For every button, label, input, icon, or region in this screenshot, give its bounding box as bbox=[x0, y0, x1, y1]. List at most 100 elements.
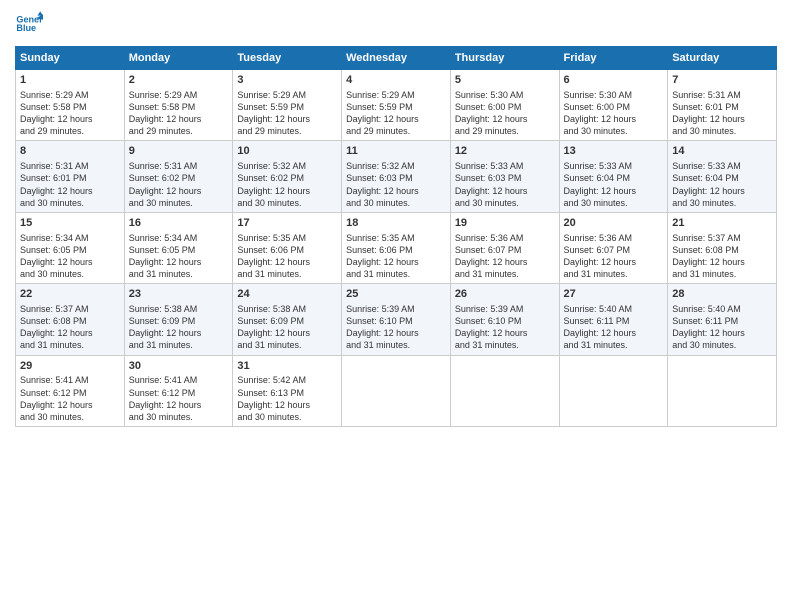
day-info-line: and 31 minutes. bbox=[346, 268, 446, 280]
calendar-cell: 9Sunrise: 5:31 AMSunset: 6:02 PMDaylight… bbox=[124, 141, 233, 212]
svg-text:Blue: Blue bbox=[16, 23, 36, 33]
day-info-line: and 30 minutes. bbox=[129, 197, 229, 209]
calendar-cell bbox=[450, 355, 559, 426]
column-header-thursday: Thursday bbox=[450, 47, 559, 70]
calendar-cell: 7Sunrise: 5:31 AMSunset: 6:01 PMDaylight… bbox=[668, 70, 777, 141]
calendar-cell: 30Sunrise: 5:41 AMSunset: 6:12 PMDayligh… bbox=[124, 355, 233, 426]
calendar-cell: 29Sunrise: 5:41 AMSunset: 6:12 PMDayligh… bbox=[16, 355, 125, 426]
day-number: 4 bbox=[346, 73, 446, 88]
day-info-line: Sunset: 6:00 PM bbox=[564, 101, 664, 113]
calendar-cell: 17Sunrise: 5:35 AMSunset: 6:06 PMDayligh… bbox=[233, 212, 342, 283]
day-info-line: Sunrise: 5:29 AM bbox=[129, 89, 229, 101]
day-info-line: and 30 minutes. bbox=[20, 197, 120, 209]
day-info-line: and 30 minutes. bbox=[346, 197, 446, 209]
logo-icon: General Blue bbox=[15, 10, 43, 38]
day-info-line: and 30 minutes. bbox=[672, 339, 772, 351]
day-info-line: and 30 minutes. bbox=[672, 125, 772, 137]
day-info-line: and 29 minutes. bbox=[129, 125, 229, 137]
day-number: 20 bbox=[564, 216, 664, 231]
calendar-cell: 4Sunrise: 5:29 AMSunset: 5:59 PMDaylight… bbox=[342, 70, 451, 141]
day-info-line: Sunset: 6:02 PM bbox=[129, 172, 229, 184]
day-info-line: Daylight: 12 hours bbox=[237, 185, 337, 197]
day-number: 30 bbox=[129, 359, 229, 374]
day-info-line: Sunset: 6:10 PM bbox=[346, 315, 446, 327]
day-info-line: Daylight: 12 hours bbox=[564, 185, 664, 197]
week-row-2: 8Sunrise: 5:31 AMSunset: 6:01 PMDaylight… bbox=[16, 141, 777, 212]
day-number: 9 bbox=[129, 144, 229, 159]
day-info-line: Sunrise: 5:32 AM bbox=[237, 160, 337, 172]
day-info-line: Sunrise: 5:31 AM bbox=[20, 160, 120, 172]
day-info-line: Sunset: 6:06 PM bbox=[346, 244, 446, 256]
day-number: 1 bbox=[20, 73, 120, 88]
day-info-line: and 31 minutes. bbox=[564, 339, 664, 351]
day-info-line: Sunrise: 5:41 AM bbox=[20, 374, 120, 386]
calendar-cell: 3Sunrise: 5:29 AMSunset: 5:59 PMDaylight… bbox=[233, 70, 342, 141]
calendar-cell: 8Sunrise: 5:31 AMSunset: 6:01 PMDaylight… bbox=[16, 141, 125, 212]
day-info-line: Sunset: 6:12 PM bbox=[20, 387, 120, 399]
day-info-line: and 31 minutes. bbox=[129, 268, 229, 280]
day-info-line: Sunset: 6:10 PM bbox=[455, 315, 555, 327]
column-header-saturday: Saturday bbox=[668, 47, 777, 70]
calendar-table: SundayMondayTuesdayWednesdayThursdayFrid… bbox=[15, 46, 777, 427]
day-info-line: Sunrise: 5:36 AM bbox=[455, 232, 555, 244]
day-number: 22 bbox=[20, 287, 120, 302]
column-header-tuesday: Tuesday bbox=[233, 47, 342, 70]
day-info-line: Daylight: 12 hours bbox=[455, 113, 555, 125]
calendar-header-row: SundayMondayTuesdayWednesdayThursdayFrid… bbox=[16, 47, 777, 70]
day-info-line: and 29 minutes. bbox=[455, 125, 555, 137]
day-info-line: Daylight: 12 hours bbox=[346, 185, 446, 197]
calendar-cell: 27Sunrise: 5:40 AMSunset: 6:11 PMDayligh… bbox=[559, 284, 668, 355]
day-info-line: Daylight: 12 hours bbox=[20, 399, 120, 411]
day-number: 17 bbox=[237, 216, 337, 231]
day-info-line: Daylight: 12 hours bbox=[20, 185, 120, 197]
day-info-line: and 30 minutes. bbox=[564, 197, 664, 209]
day-info-line: Daylight: 12 hours bbox=[237, 113, 337, 125]
day-number: 3 bbox=[237, 73, 337, 88]
day-info-line: Sunrise: 5:38 AM bbox=[129, 303, 229, 315]
calendar-cell: 2Sunrise: 5:29 AMSunset: 5:58 PMDaylight… bbox=[124, 70, 233, 141]
day-info-line: Sunset: 6:08 PM bbox=[672, 244, 772, 256]
day-info-line: Sunrise: 5:36 AM bbox=[564, 232, 664, 244]
day-number: 24 bbox=[237, 287, 337, 302]
day-info-line: and 31 minutes. bbox=[129, 339, 229, 351]
day-info-line: Sunset: 6:07 PM bbox=[455, 244, 555, 256]
day-info-line: Sunrise: 5:30 AM bbox=[455, 89, 555, 101]
day-number: 28 bbox=[672, 287, 772, 302]
day-number: 31 bbox=[237, 359, 337, 374]
day-info-line: Sunset: 6:09 PM bbox=[237, 315, 337, 327]
calendar-cell: 25Sunrise: 5:39 AMSunset: 6:10 PMDayligh… bbox=[342, 284, 451, 355]
calendar-cell: 24Sunrise: 5:38 AMSunset: 6:09 PMDayligh… bbox=[233, 284, 342, 355]
day-info-line: Daylight: 12 hours bbox=[129, 113, 229, 125]
day-info-line: Sunset: 6:05 PM bbox=[129, 244, 229, 256]
logo: General Blue bbox=[15, 10, 43, 38]
day-info-line: Sunset: 6:00 PM bbox=[455, 101, 555, 113]
day-info-line: Daylight: 12 hours bbox=[346, 113, 446, 125]
day-info-line: Sunrise: 5:30 AM bbox=[564, 89, 664, 101]
day-info-line: Sunrise: 5:29 AM bbox=[237, 89, 337, 101]
day-info-line: Sunset: 6:13 PM bbox=[237, 387, 337, 399]
day-info-line: and 31 minutes. bbox=[237, 268, 337, 280]
calendar-cell: 1Sunrise: 5:29 AMSunset: 5:58 PMDaylight… bbox=[16, 70, 125, 141]
calendar-cell: 14Sunrise: 5:33 AMSunset: 6:04 PMDayligh… bbox=[668, 141, 777, 212]
day-info-line: Daylight: 12 hours bbox=[237, 256, 337, 268]
day-number: 8 bbox=[20, 144, 120, 159]
day-info-line: Daylight: 12 hours bbox=[455, 185, 555, 197]
day-info-line: Sunset: 6:06 PM bbox=[237, 244, 337, 256]
header: General Blue bbox=[15, 10, 777, 38]
day-number: 27 bbox=[564, 287, 664, 302]
day-info-line: Daylight: 12 hours bbox=[20, 256, 120, 268]
calendar-cell: 21Sunrise: 5:37 AMSunset: 6:08 PMDayligh… bbox=[668, 212, 777, 283]
day-info-line: Daylight: 12 hours bbox=[672, 185, 772, 197]
day-info-line: Daylight: 12 hours bbox=[455, 256, 555, 268]
calendar-cell bbox=[559, 355, 668, 426]
day-info-line: Sunrise: 5:34 AM bbox=[20, 232, 120, 244]
day-number: 21 bbox=[672, 216, 772, 231]
day-number: 29 bbox=[20, 359, 120, 374]
day-info-line: Daylight: 12 hours bbox=[672, 256, 772, 268]
day-info-line: and 30 minutes. bbox=[564, 125, 664, 137]
day-number: 25 bbox=[346, 287, 446, 302]
day-info-line: Sunrise: 5:40 AM bbox=[564, 303, 664, 315]
day-info-line: Sunrise: 5:32 AM bbox=[346, 160, 446, 172]
day-info-line: Sunset: 6:05 PM bbox=[20, 244, 120, 256]
day-info-line: Daylight: 12 hours bbox=[20, 113, 120, 125]
